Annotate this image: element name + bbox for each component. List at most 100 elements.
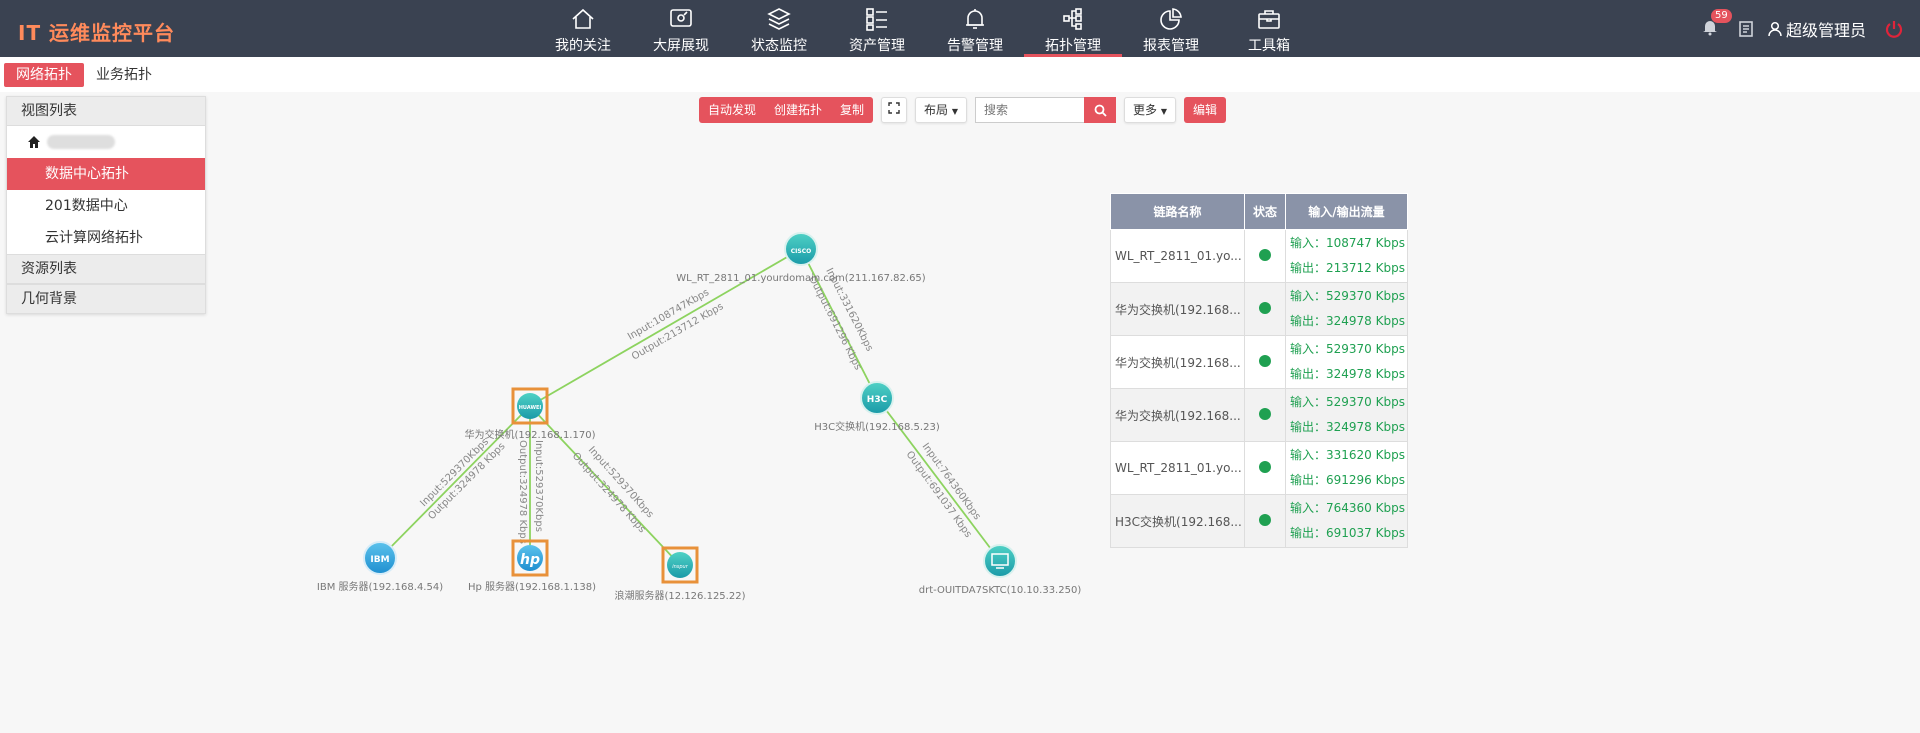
output-traffic: 输出：691296 Kbps [1290,473,1405,487]
book-icon[interactable] [1737,20,1755,38]
header-right-tools: 59 超级管理员 [1701,0,1920,57]
sub-tab-bar: 网络拓扑 业务拓扑 [0,57,1920,93]
expand-icon [888,102,900,114]
node-logo: inspur [672,564,689,570]
view-item-cloud-network[interactable]: 云计算网络拓扑 [7,222,205,254]
nav-big-screen[interactable]: 大屏展现 [632,0,730,57]
link-name-cell: WL_RT_2811_01.yo... [1110,229,1245,283]
input-traffic: 输入：529370 Kbps [1290,289,1405,303]
nav-label: 资产管理 [849,38,905,54]
nav-label: 拓扑管理 [1045,38,1101,54]
view-item-datacenter[interactable]: 数据中心拓扑 [7,158,205,190]
link-traffic-table: 链路名称 状态 输入/输出流量 WL_RT_2811_01.yo... 输入：1… [1110,193,1408,548]
node-label: 华为交换机(192.168.1.170) [465,428,596,441]
auto-discover-button[interactable]: 自动发现 [699,97,766,123]
link-name-cell: 华为交换机(192.168... [1110,282,1245,336]
more-dropdown[interactable]: 更多 ▼ [1124,97,1177,123]
topology-workspace: Input:108747Kbps Output:213712 Kbps Inpu… [0,92,1920,733]
power-icon[interactable] [1884,19,1904,39]
fullscreen-button[interactable] [881,97,908,123]
node-label: H3C交换机(192.168.5.23) [814,420,940,433]
resource-list-header[interactable]: 资源列表 [7,254,205,284]
list-icon [866,8,887,31]
bell-icon [966,9,984,29]
user-menu[interactable]: 超级管理员 [1767,17,1866,41]
edit-button[interactable]: 编辑 [1184,97,1227,123]
node-ibm-server[interactable]: IBM IBM 服务器(192.168.4.54) [317,541,443,593]
layout-dropdown[interactable]: 布局 ▼ [915,97,968,123]
link-name-cell: H3C交换机(192.168... [1110,494,1245,548]
caret-down-icon: ▼ [951,107,959,116]
table-row[interactable]: WL_RT_2811_01.yo... 输入：108747 Kbps 输出：213… [1110,229,1408,283]
node-logo: hp [520,552,540,568]
col-link-name: 链路名称 [1110,193,1245,230]
node-logo: H3C [867,395,888,405]
search-input[interactable] [975,97,1085,123]
top-navigation-bar: IT 运维监控平台 我的关注 大屏展现 状态监控 资产管理 告警管理 拓扑管理 [0,0,1920,57]
nav-label: 告警管理 [947,38,1003,54]
input-traffic: 输入：529370 Kbps [1290,342,1405,356]
view-list-header[interactable]: 视图列表 [7,97,205,126]
topology-icon [1063,8,1082,30]
main-nav: 我的关注 大屏展现 状态监控 资产管理 告警管理 拓扑管理 报表管理 工具箱 [534,0,1318,57]
status-dot-icon [1259,513,1271,526]
table-row[interactable]: 华为交换机(192.168... 输入：529370 Kbps 输出：324978… [1110,388,1408,442]
node-logo: CISCO [791,248,811,255]
node-hp-server[interactable]: hp Hp 服务器(192.168.1.138) [468,539,596,593]
view-tree-root[interactable] [7,126,205,158]
input-traffic: 输入：529370 Kbps [1290,395,1405,409]
output-traffic: 输出：324978 Kbps [1290,314,1405,328]
status-dot-icon [1259,460,1271,473]
node-label: IBM 服务器(192.168.4.54) [317,580,443,593]
screen-icon [670,9,692,27]
table-row[interactable]: 华为交换机(192.168... 输入：529370 Kbps 输出：324978… [1110,335,1408,389]
pie-chart-icon [1160,8,1182,30]
input-traffic: 输入：764360 Kbps [1290,501,1405,515]
tab-business-topology[interactable]: 业务拓扑 [84,63,164,87]
table-row[interactable]: WL_RT_2811_01.yo... 输入：331620 Kbps 输出：691… [1110,441,1408,495]
nav-label: 大屏展现 [653,38,709,54]
node-router-cisco[interactable]: CISCO WL_RT_2811_01.yourdomain.com(211.1… [676,232,926,284]
output-traffic: 输出：324978 Kbps [1290,367,1405,381]
nav-asset-management[interactable]: 资产管理 [828,0,926,57]
create-topology-button[interactable]: 创建拓扑 [765,97,832,123]
view-item-201-datacenter[interactable]: 201数据中心 [7,190,205,222]
nav-alert-management[interactable]: 告警管理 [926,0,1024,57]
view-panel: 视图列表 数据中心拓扑 201数据中心 云计算网络拓扑 资源列表 几何背景 [6,96,206,314]
nav-toolbox[interactable]: 工具箱 [1220,0,1318,57]
node-label: 浪潮服务器(12.126.125.22) [615,589,746,602]
status-dot-icon [1259,248,1271,261]
node-h3c-switch[interactable]: H3C H3C交换机(192.168.5.23) [814,381,940,433]
layers-icon [767,8,791,30]
node-inspur-server[interactable]: inspur 浪潮服务器(12.126.125.22) [615,546,746,602]
col-traffic: 输入/输出流量 [1285,193,1408,230]
search-icon [1094,104,1107,117]
node-label: Hp 服务器(192.168.1.138) [468,580,596,593]
action-button-group: 自动发现 创建拓扑 复制 [699,97,874,123]
nav-my-focus[interactable]: 我的关注 [534,0,632,57]
table-row[interactable]: 华为交换机(192.168... 输入：529370 Kbps 输出：324978… [1110,282,1408,336]
link-name-cell: 华为交换机(192.168... [1110,335,1245,389]
output-traffic: 输出：691037 Kbps [1290,526,1405,540]
search-button[interactable] [1084,97,1117,123]
output-traffic: 输出：213712 Kbps [1290,261,1405,275]
table-row[interactable]: H3C交换机(192.168... 输入：764360 Kbps 输出：69103… [1110,494,1408,548]
nav-label: 我的关注 [555,38,611,54]
nav-label: 工具箱 [1248,38,1290,54]
app-logo-title[interactable]: IT 运维监控平台 [18,17,175,46]
node-logo: HUAWEI [519,405,542,411]
node-huawei-switch[interactable]: HUAWEI 华为交换机(192.168.1.170) [465,387,596,441]
link-huawei-ibm[interactable] [379,405,531,559]
copy-button[interactable]: 复制 [831,97,874,123]
nav-report-management[interactable]: 报表管理 [1122,0,1220,57]
nav-topology-management[interactable]: 拓扑管理 [1024,0,1122,57]
node-drt-pc[interactable]: drt-OUITDA7SKTC(10.10.33.250) [919,544,1082,596]
link-label-out: Output:324978 Kbps [517,440,528,544]
geometry-background-header[interactable]: 几何背景 [7,284,205,313]
input-traffic: 输入：108747 Kbps [1290,236,1405,250]
alert-count-badge: 59 [1710,8,1732,23]
nav-status-monitor[interactable]: 状态监控 [730,0,828,57]
alert-bell-button[interactable]: 59 [1701,8,1732,40]
tab-network-topology[interactable]: 网络拓扑 [4,63,84,87]
link-name-cell: 华为交换机(192.168... [1110,388,1245,442]
